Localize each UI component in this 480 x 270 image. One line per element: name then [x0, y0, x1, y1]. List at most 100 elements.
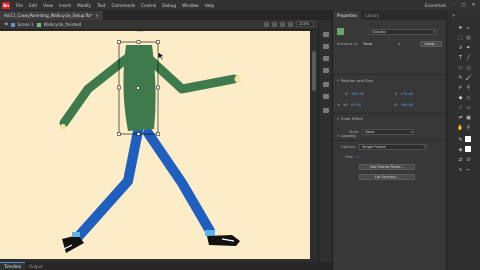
close-icon[interactable]: ✕: [471, 3, 476, 8]
selection-tool-icon[interactable]: ➤: [457, 24, 464, 31]
color-effect-section[interactable]: Color Effect: [337, 116, 363, 121]
back-arrow-icon[interactable]: ◀: [4, 22, 7, 27]
use-frame-picker-button[interactable]: Use Frame Picker...: [359, 163, 415, 170]
workspace-switcher[interactable]: Essentials: [425, 3, 446, 8]
brush-tool-icon[interactable]: 🖌: [465, 74, 472, 81]
front-leg: [143, 128, 215, 236]
swap-button[interactable]: Swap...: [420, 40, 442, 47]
vertical-scrollbar[interactable]: [310, 31, 318, 259]
options-select[interactable]: Single Frame: [359, 143, 428, 150]
position-size-section[interactable]: Position and Size: [337, 78, 373, 83]
maximize-icon[interactable]: □: [461, 3, 466, 8]
rectangle-tool-icon[interactable]: ▭: [457, 64, 464, 71]
menu-edit[interactable]: Edit: [26, 3, 40, 8]
menu-text[interactable]: Text: [94, 3, 108, 8]
w-value[interactable]: 82.90: [351, 103, 373, 107]
info-icon[interactable]: [323, 82, 329, 87]
back-arm: [59, 54, 131, 128]
h-value[interactable]: 164.80: [401, 103, 414, 107]
clip-content-icon[interactable]: [288, 21, 293, 27]
hand-tool-icon[interactable]: ✋: [457, 124, 464, 131]
link-icon[interactable]: ∞: [337, 102, 340, 107]
pen-tool-icon[interactable]: ✒: [465, 44, 472, 51]
style-select[interactable]: None: [362, 128, 415, 135]
lip-sync-row: Lip Syncing...: [337, 173, 442, 180]
tab-output[interactable]: Output: [25, 262, 47, 270]
menu-insert[interactable]: Insert: [56, 3, 74, 8]
transform-icon[interactable]: [323, 94, 329, 99]
smooth-icon[interactable]: ∿: [457, 166, 464, 173]
menu-file[interactable]: File: [13, 3, 26, 8]
center-stage-icon[interactable]: [280, 21, 285, 27]
instance-type-select[interactable]: Graphic: [369, 28, 437, 35]
menu-debug[interactable]: Debug: [159, 3, 179, 8]
document-tab[interactable]: Ani11_CaseyParenting_Walkcycle_Setup.fla…: [0, 11, 103, 20]
snap-to-objects-icon[interactable]: ⊙: [465, 156, 472, 163]
x-value[interactable]: 302.05: [352, 92, 374, 96]
menu-commands[interactable]: Commands: [108, 3, 138, 8]
transform-point[interactable]: [136, 86, 140, 90]
fill-color-icon[interactable]: ◈: [457, 146, 464, 153]
subselection-tool-icon[interactable]: ▹: [465, 24, 472, 31]
edit-symbols-icon[interactable]: [272, 21, 277, 27]
oval-tool-icon[interactable]: ○: [465, 64, 472, 71]
width-tool-icon[interactable]: ⇌: [457, 114, 464, 121]
panel-icon-strip: [318, 20, 332, 262]
xy-row: X: 302.05 Y: 135.60: [337, 90, 442, 97]
3d-rotation-tool-icon[interactable]: ◎: [465, 34, 472, 41]
breadcrumb-symbol-label: Walkcycle_finished: [43, 22, 82, 27]
text-tool-icon[interactable]: T: [457, 54, 464, 61]
lip-syncing-button[interactable]: Lip Syncing...: [359, 173, 415, 180]
stage-canvas[interactable]: [0, 31, 310, 259]
first-row: First: 1: [337, 153, 442, 160]
collapse-icon[interactable]: »: [450, 12, 457, 19]
instance-of-value: Torso: [361, 41, 401, 47]
menu-modify[interactable]: Modify: [74, 3, 94, 8]
tab-timeline[interactable]: Timeline: [0, 262, 26, 270]
straighten-icon[interactable]: ⌐: [465, 166, 472, 173]
menu-window[interactable]: Window: [179, 3, 202, 8]
paint-bucket-tool-icon[interactable]: ◆: [457, 94, 464, 101]
menu-control[interactable]: Control: [138, 3, 159, 8]
swatches-icon[interactable]: [323, 68, 329, 73]
ink-bottle-tool-icon[interactable]: ◇: [465, 94, 472, 101]
color-icon[interactable]: [323, 56, 329, 61]
instance-behavior-row: Graphic: [337, 28, 442, 35]
bone-tool-icon[interactable]: ⚲: [465, 84, 472, 91]
edit-scene-icon[interactable]: [264, 21, 269, 27]
properties-tabs: Properties Library: [333, 10, 446, 20]
camera-tool-icon[interactable]: ▣: [465, 114, 472, 121]
front-shoe: [205, 230, 240, 246]
menu-help[interactable]: Help: [202, 3, 218, 8]
eyedropper-tool-icon[interactable]: ⁄: [457, 104, 464, 111]
menu-bar: An File Edit View Insert Modify Text Com…: [0, 0, 480, 10]
tab-library[interactable]: Library: [361, 11, 383, 20]
align-icon[interactable]: [323, 44, 329, 49]
breadcrumb-scene[interactable]: Scene 1: [11, 22, 33, 27]
tab-properties[interactable]: Properties: [333, 11, 362, 20]
x-label: X:: [345, 91, 349, 96]
pencil-tool-icon[interactable]: ✎: [457, 74, 464, 81]
looping-section[interactable]: Looping: [337, 133, 356, 138]
zoom-select[interactable]: 223%: [296, 21, 314, 27]
stroke-color-icon[interactable]: ✎: [457, 136, 464, 143]
y-value[interactable]: 135.60: [401, 92, 414, 96]
eraser-tool-icon[interactable]: ▱: [465, 104, 472, 111]
history-icon[interactable]: [323, 32, 329, 37]
paint-brush-tool-icon[interactable]: ✐: [457, 84, 464, 91]
components-icon[interactable]: [323, 108, 329, 113]
breadcrumb-symbol[interactable]: Walkcycle_finished: [37, 22, 81, 27]
fill-color-swatch[interactable]: [465, 146, 471, 152]
stroke-color-swatch[interactable]: [465, 136, 471, 142]
zoom-tool-icon[interactable]: ⚲: [465, 124, 472, 131]
menu-view[interactable]: View: [40, 3, 56, 8]
edit-bar: ◀ Scene 1 Walkcycle_finished 223%: [0, 20, 318, 30]
swap-colors-icon[interactable]: ⇄: [457, 156, 464, 163]
close-tab-icon[interactable]: ✕: [95, 13, 98, 18]
minimize-icon[interactable]: –: [451, 3, 456, 8]
line-tool-icon[interactable]: ╱: [465, 54, 472, 61]
lasso-tool-icon[interactable]: ∂: [457, 44, 464, 51]
first-value[interactable]: 1: [357, 155, 359, 159]
free-transform-tool-icon[interactable]: ⬚: [457, 34, 464, 41]
vertical-scroll-thumb[interactable]: [312, 51, 316, 91]
